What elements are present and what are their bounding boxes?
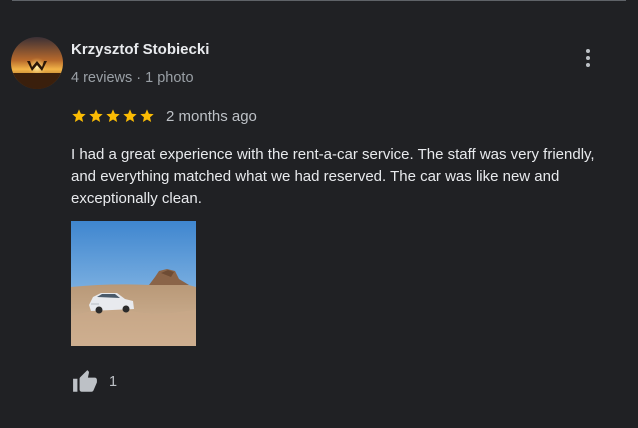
- star-icon: [140, 109, 154, 122]
- author-avatar[interactable]: [11, 37, 63, 89]
- author-meta: 4 reviews · 1 photo: [71, 70, 194, 86]
- review-date: 2 months ago: [166, 107, 257, 125]
- star-icon: [89, 109, 103, 122]
- star-icon: [123, 109, 137, 122]
- like-row: 1: [71, 368, 117, 396]
- star-icon: [72, 109, 86, 122]
- author-name[interactable]: Krzysztof Stobiecki: [71, 41, 209, 58]
- more-vert-icon: [586, 49, 590, 53]
- review-card: Krzysztof Stobiecki 4 reviews · 1 photo …: [0, 0, 638, 428]
- like-count: 1: [109, 374, 118, 390]
- star-rating: [71, 108, 155, 124]
- review-photo[interactable]: [71, 221, 196, 346]
- star-icon: [106, 109, 120, 122]
- more-options-button[interactable]: [576, 44, 600, 72]
- more-vert-icon-dot: [586, 56, 590, 60]
- like-button[interactable]: [71, 368, 101, 396]
- rating-row: 2 months ago: [71, 106, 257, 126]
- more-vert-icon-dot: [586, 63, 590, 67]
- review-text: I had a great experience with the rent-a…: [71, 146, 595, 207]
- thumb-up-icon: [73, 370, 97, 392]
